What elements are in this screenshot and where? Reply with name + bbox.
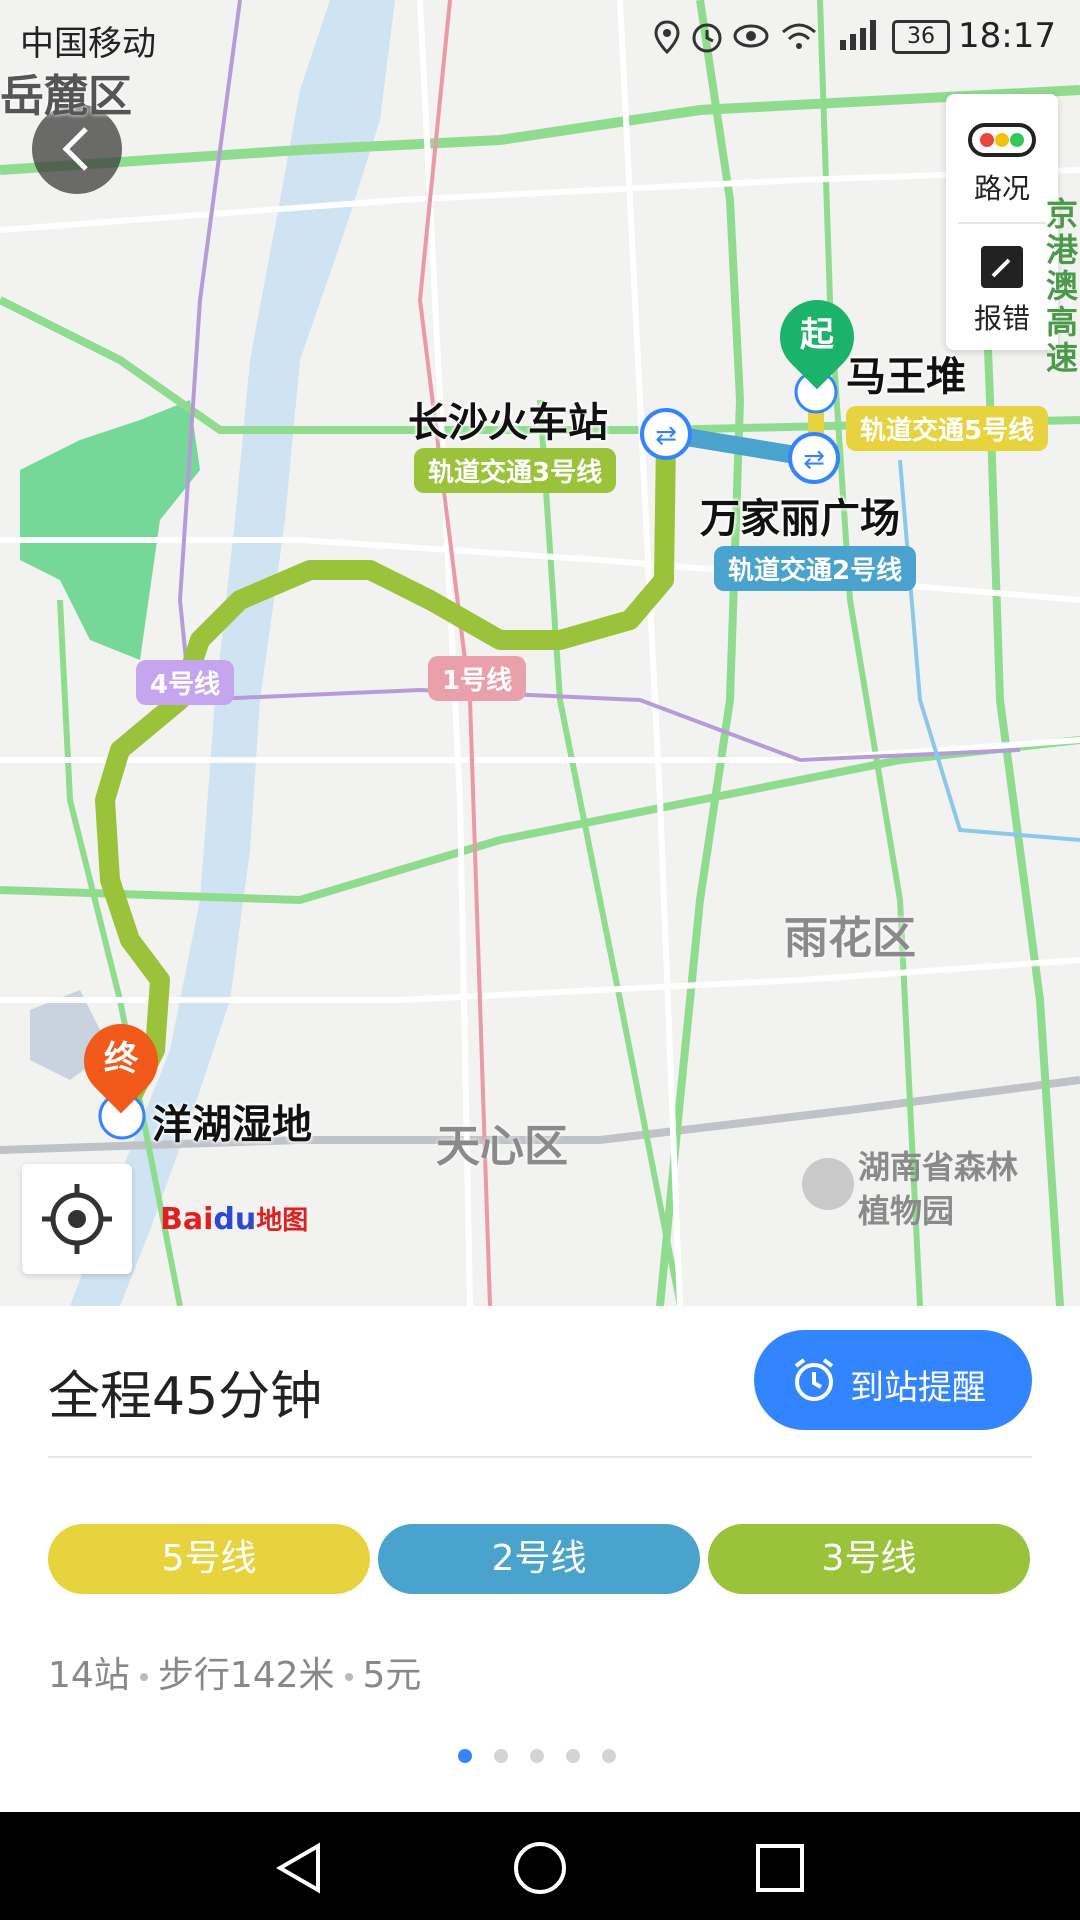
expressway-label: 京港澳高速 [1046,195,1079,377]
chevron-left-icon [62,127,88,171]
map-view[interactable]: ⇄ ⇄ 中国移动 36 18:17 路况 报错 岳麓区 雨花区 天心区 京港澳高… [0,0,1080,1306]
page-dot[interactable] [602,1749,616,1763]
total-time: 全程45分钟 [48,1367,323,1427]
district-label: 岳麓区 [0,71,132,122]
route-info-panel: 全程45分钟 到站提醒 5号线 2号线 3号线 14站 步行142米 5元 [0,1306,1080,1812]
status-bar: 中国移动 36 18:17 [0,0,1080,74]
park-area [20,400,200,660]
route-summary: 14站 步行142米 5元 [48,1646,421,1698]
station-label-end: 洋湖湿地 [152,1102,312,1148]
alarm-icon [692,23,722,53]
report-error-button[interactable]: 报错 [946,230,1058,348]
map-tools-panel: 路况 报错 [946,94,1058,350]
system-nav-bar [0,1812,1080,1920]
station-label-transfer: 万家丽广场 [700,496,900,542]
line-pill-2: 2号线 [378,1524,700,1594]
poi-label: 植物园 [858,1192,955,1230]
station-label-transfer: 长沙火车站 [408,400,608,446]
line-tag-2: 轨道交通2号线 [714,546,917,591]
start-marker-label: 起 [800,315,834,355]
line-tag-4: 4号线 [136,660,235,705]
svg-text:⇄: ⇄ [803,445,825,475]
wifi-icon [782,23,816,49]
line-pill-3: 3号线 [708,1524,1030,1594]
clock: 18:17 [958,16,1056,56]
end-pin[interactable]: 终 [68,1008,174,1114]
park-poi-icon [802,1158,854,1210]
4g-signal-icon [840,20,876,50]
battery-indicator: 36 [892,20,950,54]
station-label-start: 马王堆 [846,354,966,400]
traffic-label: 路况 [973,172,1030,205]
baidu-map-logo: Baidu地图 [160,1202,309,1237]
line-tag-5: 轨道交通5号线 [846,406,1049,451]
line-pill-5: 5号线 [48,1524,370,1594]
page-dot[interactable] [494,1749,508,1763]
location-icon [654,20,680,54]
locate-button[interactable] [22,1164,132,1274]
edit-icon [981,246,1023,288]
walk-distance: 步行142米 [157,1655,335,1696]
stop-count: 14站 [48,1655,130,1696]
alarm-clock-icon [794,1358,834,1401]
page-dot[interactable] [458,1749,472,1763]
arrival-reminder-button[interactable]: 到站提醒 [754,1330,1032,1430]
page-dot[interactable] [530,1749,544,1763]
arrival-reminder-label: 到站提醒 [850,1368,986,1408]
recents-square-icon[interactable] [752,1840,808,1896]
svg-text:⇄: ⇄ [655,421,677,451]
page-indicator[interactable] [458,1748,638,1767]
district-label: 雨花区 [784,913,916,964]
traffic-light-icon [968,123,1036,157]
home-circle-icon[interactable] [510,1838,570,1898]
line-tag-1: 1号线 [428,656,527,701]
end-marker-label: 终 [104,1039,138,1079]
eye-icon [733,24,769,48]
traffic-toggle[interactable]: 路况 [946,104,1058,222]
divider [958,222,1046,224]
back-triangle-icon[interactable] [270,1840,330,1896]
line-tag-3: 轨道交通3号线 [414,448,617,493]
carrier-label: 中国移动 [20,24,156,64]
report-label: 报错 [973,302,1030,335]
divider [48,1456,1032,1458]
poi-label: 湖南省森林 [858,1148,1019,1186]
start-pin[interactable]: 起 [764,284,870,390]
crosshair-icon [42,1184,112,1254]
district-label: 天心区 [436,1121,568,1172]
page-dot[interactable] [566,1749,580,1763]
fare: 5元 [362,1655,422,1696]
